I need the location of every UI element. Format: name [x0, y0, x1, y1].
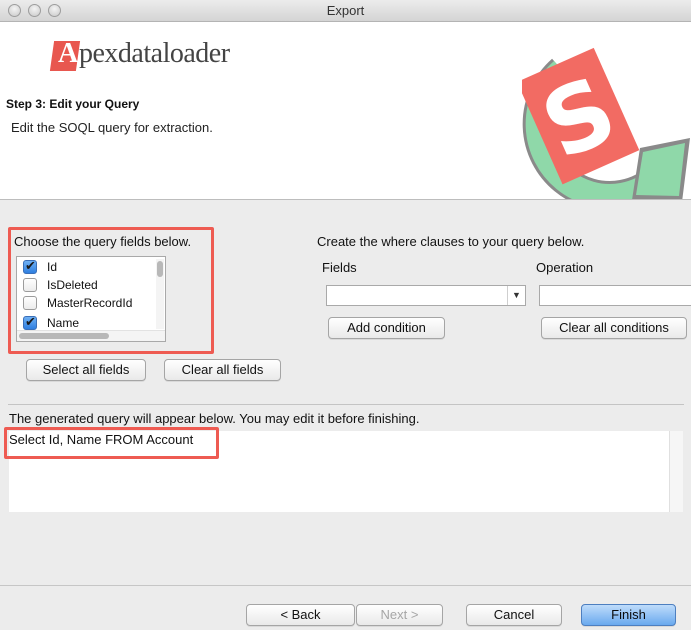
title-bar: Export [0, 0, 691, 22]
where-clause-label: Create the where clauses to your query b… [317, 234, 585, 249]
wizard-header: A pexdataloader Step 3: Edit your Query … [0, 22, 691, 200]
query-instructions: The generated query will appear below. Y… [9, 411, 420, 426]
fields-highlight-box [8, 227, 214, 354]
where-operation-select[interactable] [539, 285, 691, 306]
where-operation-label: Operation [536, 260, 594, 275]
footer-divider [0, 585, 691, 586]
brand-refresh-logo-icon: S [522, 47, 690, 199]
clear-all-conditions-button[interactable]: Clear all conditions [541, 317, 687, 339]
step-title: Step 3: Edit your Query [6, 97, 140, 111]
select-all-fields-button[interactable]: Select all fields [26, 359, 146, 381]
where-fields-label: Fields [322, 260, 357, 275]
next-button: Next > [356, 604, 443, 626]
where-fields-select[interactable]: ▼ [326, 285, 526, 306]
apexdataloader-logo: A pexdataloader [49, 38, 252, 74]
step-description: Edit the SOQL query for extraction. [11, 120, 213, 135]
query-editor-scrollbar[interactable] [669, 431, 683, 512]
cancel-button[interactable]: Cancel [466, 604, 562, 626]
add-condition-button[interactable]: Add condition [328, 317, 445, 339]
clear-all-fields-button[interactable]: Clear all fields [164, 359, 281, 381]
back-button[interactable]: < Back [246, 604, 355, 626]
section-divider [8, 404, 684, 405]
chevron-down-icon[interactable]: ▼ [507, 286, 525, 305]
finish-button[interactable]: Finish [581, 604, 676, 626]
query-highlight-box [4, 427, 219, 459]
window-title: Export [326, 3, 365, 18]
